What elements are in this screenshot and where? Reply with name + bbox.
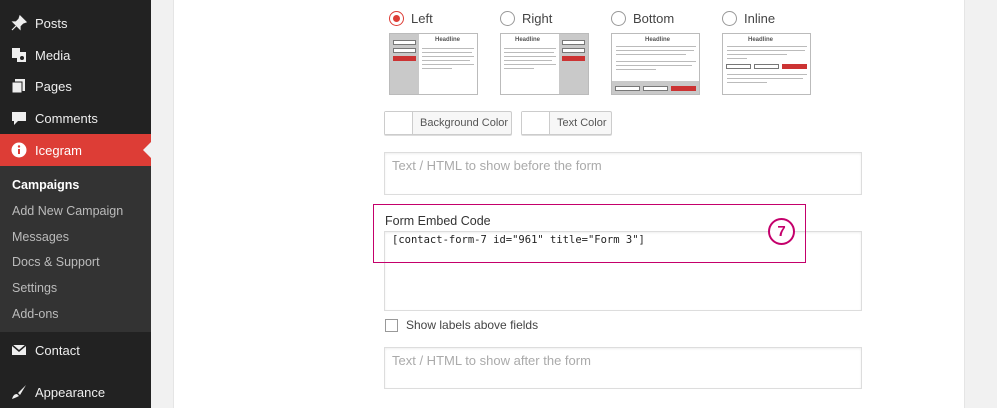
position-option-left[interactable]: Left (389, 11, 433, 26)
menu-label: Appearance (35, 384, 106, 400)
position-option-right[interactable]: Right (500, 11, 552, 26)
menu-item-comments[interactable]: Comments (0, 102, 151, 134)
text-color-button[interactable]: Text Color (521, 111, 612, 135)
menu-label: Posts (35, 15, 68, 31)
preview-submit (393, 56, 416, 61)
before-form-placeholder: Text / HTML to show before the form (392, 158, 602, 173)
radio-right[interactable] (500, 11, 515, 26)
submenu-settings[interactable]: Settings (12, 281, 57, 295)
submenu-add-ons[interactable]: Add-ons (12, 307, 59, 321)
radio-inline[interactable] (722, 11, 737, 26)
campaign-editor-panel: Left Right Bottom Inline Headline Headli… (173, 0, 965, 408)
preview-field (726, 64, 751, 69)
radio-label: Bottom (633, 11, 675, 26)
show-labels-label: Show labels above fields (406, 318, 539, 332)
menu-label: Pages (35, 78, 72, 94)
preview-submit (782, 64, 807, 69)
radio-label: Inline (744, 11, 776, 26)
text-color-label: Text Color (557, 117, 607, 129)
menu-item-icegram[interactable]: Icegram (0, 134, 151, 166)
menu-label: Contact (35, 342, 80, 358)
preview-field (393, 40, 416, 45)
layout-preview-right[interactable]: Headline (500, 33, 589, 95)
preview-headline: Headline (748, 37, 774, 43)
icegram-submenu: Campaigns Add New Campaign Messages Docs… (0, 166, 151, 332)
preview-field (393, 48, 416, 53)
info-icon (11, 142, 27, 158)
submenu-docs-support[interactable]: Docs & Support (12, 255, 100, 269)
text-color-swatch (522, 112, 550, 134)
background-color-label: Background Color (420, 117, 509, 129)
preview-headline: Headline (515, 37, 541, 43)
menu-item-media[interactable]: Media (0, 39, 151, 71)
radio-label: Right (522, 11, 553, 26)
preview-field (754, 64, 779, 69)
position-option-inline[interactable]: Inline (722, 11, 775, 26)
submenu-add-new-campaign[interactable]: Add New Campaign (12, 204, 123, 218)
preview-field (562, 48, 585, 53)
submenu-messages[interactable]: Messages (12, 230, 69, 244)
annotation-highlight-box (373, 204, 806, 263)
before-form-textarea[interactable]: Text / HTML to show before the form (384, 152, 862, 195)
layout-preview-left[interactable]: Headline (389, 33, 478, 95)
media-icon (11, 47, 27, 63)
admin-sidebar: Posts Media Pages Comments Icegram Campa… (0, 0, 151, 408)
radio-bottom[interactable] (611, 11, 626, 26)
radio-left[interactable] (389, 11, 404, 26)
radio-label: Left (411, 11, 433, 26)
pages-icon (11, 78, 27, 94)
preview-headline: Headline (645, 37, 671, 43)
background-color-button[interactable]: Background Color (384, 111, 512, 135)
preview-submit (671, 86, 696, 91)
submenu-campaigns[interactable]: Campaigns (12, 178, 79, 192)
menu-item-appearance[interactable]: Appearance (0, 376, 151, 408)
pin-icon (11, 15, 27, 31)
step-number-badge: 7 (768, 218, 795, 245)
brush-icon (11, 384, 27, 400)
preview-field (562, 40, 585, 45)
menu-label: Media (35, 47, 71, 63)
position-option-bottom[interactable]: Bottom (611, 11, 674, 26)
preview-field (643, 86, 668, 91)
background-color-swatch (385, 112, 413, 134)
comment-icon (11, 110, 27, 126)
preview-field (615, 86, 640, 91)
menu-item-pages[interactable]: Pages (0, 70, 151, 102)
preview-headline: Headline (435, 37, 461, 43)
menu-label: Comments (35, 110, 98, 126)
show-labels-checkbox[interactable] (385, 318, 398, 332)
after-form-placeholder: Text / HTML to show after the form (392, 353, 591, 368)
layout-preview-bottom[interactable]: Headline (611, 33, 700, 95)
show-labels-option[interactable]: Show labels above fields (385, 318, 538, 332)
menu-item-posts[interactable]: Posts (0, 7, 151, 39)
layout-preview-inline[interactable]: Headline (722, 33, 811, 95)
menu-item-contact[interactable]: Contact (0, 334, 151, 366)
after-form-textarea[interactable]: Text / HTML to show after the form (384, 347, 862, 389)
mail-icon (11, 342, 27, 358)
menu-label: Icegram (35, 142, 82, 158)
preview-submit (562, 56, 585, 61)
